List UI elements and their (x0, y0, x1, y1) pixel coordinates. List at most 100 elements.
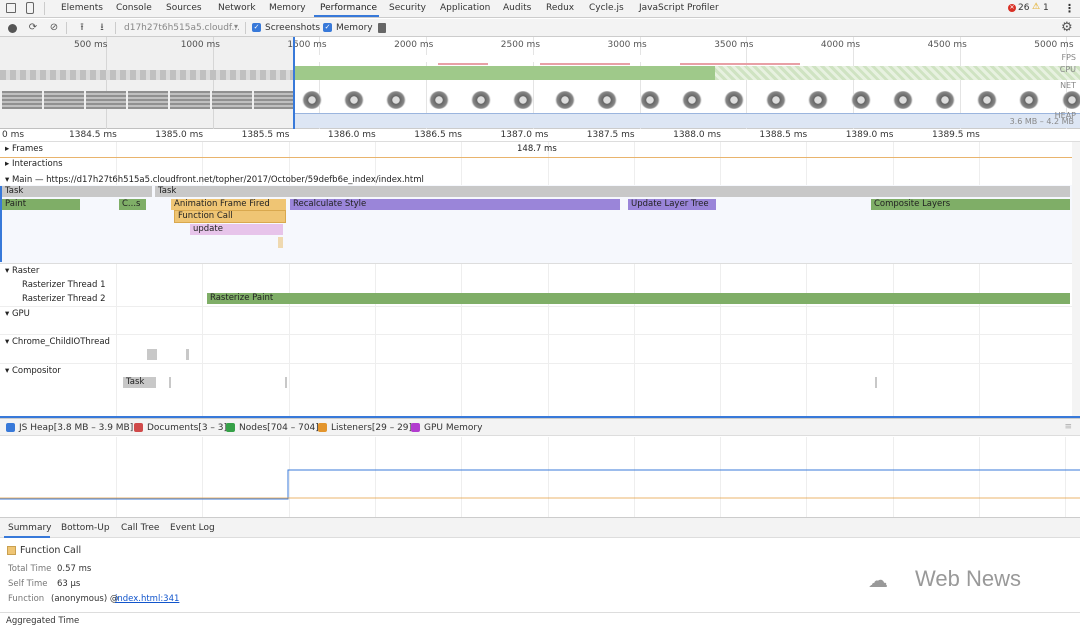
tab-event-log[interactable]: Event Log (170, 523, 215, 533)
flame-chart[interactable]: ▸ Frames 148.7 ms ▸ Interactions ▾ Main … (0, 142, 1080, 418)
tab-console[interactable]: Console (116, 3, 152, 13)
documents-checkbox[interactable] (134, 423, 143, 432)
screenshot-thumbnail[interactable] (977, 91, 998, 109)
device-toggle-icon[interactable] (26, 2, 34, 14)
jsheap-checkbox[interactable] (6, 423, 15, 432)
paint-bar[interactable]: Paint (2, 199, 80, 210)
childio-event[interactable] (147, 349, 157, 360)
selection-handle[interactable] (293, 37, 295, 129)
tab-redux[interactable]: Redux (546, 3, 574, 13)
tab-call-tree[interactable]: Call Tree (121, 523, 159, 533)
trash-icon[interactable] (378, 23, 386, 33)
time-ruler-label: 1389.5 ms (932, 130, 980, 140)
compositor-event[interactable] (285, 377, 287, 388)
more-menu-icon[interactable]: ⋮ (1064, 2, 1075, 15)
frames-track-toggle[interactable]: ▸ Frames (5, 144, 43, 154)
record-button[interactable] (8, 24, 17, 33)
screenshot-thumbnail[interactable] (766, 91, 787, 109)
screenshot-thumbnail[interactable] (808, 91, 829, 109)
screenshot-thumbnail[interactable] (597, 91, 618, 109)
screenshot-thumbnail[interactable] (1019, 91, 1040, 109)
childio-event[interactable] (186, 349, 189, 360)
task-bar[interactable]: Task (155, 186, 1070, 197)
compositor-event[interactable] (875, 377, 877, 388)
screenshot-thumbnail[interactable] (344, 91, 365, 109)
screenshot-thumbnail[interactable] (724, 91, 744, 109)
screenshot-thumbnail[interactable] (513, 91, 533, 109)
clear-icon[interactable]: ⊘ (48, 22, 60, 34)
nodes-checkbox[interactable] (226, 423, 235, 432)
screenshot-thumbnail[interactable] (386, 91, 407, 109)
tab-network[interactable]: Network (218, 3, 256, 13)
gpu-track-toggle[interactable]: ▾ GPU (5, 309, 30, 319)
frame-duration[interactable]: 148.7 ms (517, 144, 557, 154)
update-bar[interactable]: update (190, 224, 283, 235)
compositor-event[interactable] (169, 377, 171, 388)
details-tab-bar: Summary Bottom-Up Call Tree Event Log (0, 517, 1080, 538)
error-icon[interactable]: ✕ (1008, 4, 1016, 12)
recalculate-style-bar[interactable]: Recalculate Style (290, 199, 620, 210)
reload-icon[interactable]: ⟳ (27, 22, 39, 34)
recording-select[interactable]: d17h27t6h515a5.cloudf... (124, 23, 240, 33)
screenshot-thumbnail[interactable] (470, 91, 491, 109)
screenshots-checkbox[interactable]: ✓ (252, 23, 261, 32)
listeners-checkbox[interactable] (318, 423, 327, 432)
interactions-track-toggle[interactable]: ▸ Interactions (5, 159, 63, 169)
frames-track-label: Frames (11, 144, 43, 154)
composite-short-bar[interactable]: C...s (119, 199, 146, 210)
screenshot-thumbnail[interactable] (428, 91, 449, 109)
tab-summary[interactable]: Summary (8, 523, 52, 533)
task-bar[interactable]: Task (2, 186, 152, 197)
gear-icon[interactable]: ⚙ (1061, 20, 1073, 35)
tab-memory[interactable]: Memory (269, 3, 306, 13)
rasterize-paint-bar[interactable]: Rasterize Paint (207, 293, 1070, 304)
upload-icon[interactable]: ⭱ (76, 22, 88, 34)
timeline-overview[interactable]: 500 ms 1000 ms 1500 ms 2000 ms 2500 ms 3000 m… (0, 37, 1080, 129)
memory-checkbox[interactable]: ✓ (323, 23, 332, 32)
tab-javascript-profiler[interactable]: JavaScript Profiler (639, 3, 719, 13)
warning-icon[interactable]: ⚠ (1032, 2, 1040, 12)
inspect-icon[interactable] (6, 3, 16, 13)
watermark-text: Web News (915, 566, 1021, 591)
tab-audits[interactable]: Audits (503, 3, 531, 13)
screenshot-thumbnail[interactable] (681, 91, 702, 109)
tab-elements[interactable]: Elements (61, 3, 103, 13)
update-layer-tree-bar[interactable]: Update Layer Tree (628, 199, 716, 210)
screenshots-label: Screenshots (265, 23, 321, 33)
compositor-task-bar[interactable]: Task (123, 377, 156, 388)
overview-tick-label: 4000 ms (820, 40, 861, 50)
tab-cyclejs[interactable]: Cycle.js (589, 3, 624, 13)
time-ruler-label: 1386.5 ms (414, 130, 462, 140)
track-divider (0, 363, 1080, 364)
download-icon[interactable]: ⭳ (96, 22, 108, 34)
resize-handle-icon[interactable]: ≡ (1064, 422, 1072, 432)
source-link[interactable]: index.html:341 (115, 594, 179, 604)
tab-security[interactable]: Security (389, 3, 426, 13)
childio-track-toggle[interactable]: ▾ Chrome_ChildIOThread (5, 337, 110, 347)
raster-thread-1-label: Rasterizer Thread 1 (22, 280, 106, 290)
overview-tick-label: 2500 ms (500, 40, 541, 50)
main-track-toggle[interactable]: ▾ Main — https://d17h27t6h515a5.cloudfro… (5, 175, 424, 185)
error-count[interactable]: 26 (1018, 3, 1029, 13)
compositor-track-toggle[interactable]: ▾ Compositor (5, 366, 61, 376)
warning-count[interactable]: 1 (1043, 3, 1049, 13)
tab-performance[interactable]: Performance (320, 3, 377, 13)
screenshot-thumbnail[interactable] (302, 91, 322, 109)
raster-track-toggle[interactable]: ▾ Raster (5, 266, 39, 276)
chevron-down-icon[interactable]: ▾ (234, 22, 238, 31)
screenshot-thumbnail[interactable] (639, 91, 660, 109)
screenshot-thumbnail[interactable] (555, 91, 576, 109)
jsheap-line (0, 469, 1080, 500)
tab-application[interactable]: Application (440, 3, 490, 13)
composite-layers-bar[interactable]: Composite Layers (871, 199, 1070, 210)
screenshot-thumbnail[interactable] (850, 91, 871, 109)
animation-frame-bar[interactable]: Animation Frame Fired (171, 199, 286, 210)
tab-sources[interactable]: Sources (166, 3, 202, 13)
function-call-bar[interactable]: Function Call (174, 210, 286, 223)
flame-scrollbar[interactable] (1072, 142, 1080, 418)
gpu-memory-checkbox[interactable] (411, 423, 420, 432)
tab-bottom-up[interactable]: Bottom-Up (61, 523, 110, 533)
screenshot-thumbnail[interactable] (892, 91, 913, 109)
screenshot-thumbnail[interactable] (1061, 91, 1080, 109)
screenshot-thumbnail[interactable] (935, 91, 955, 109)
